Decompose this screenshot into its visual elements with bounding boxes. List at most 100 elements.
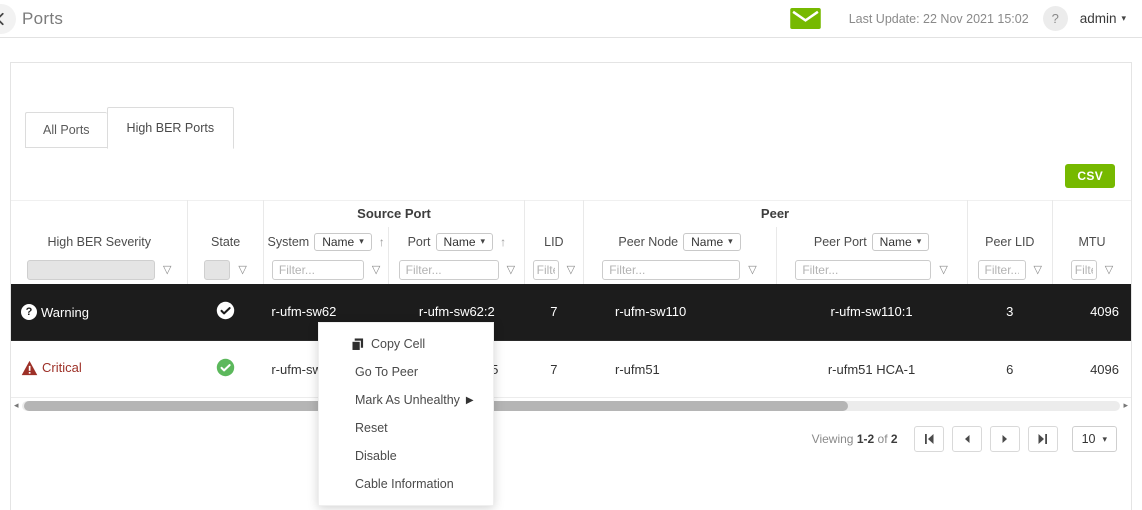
filter-funnel-icon[interactable]: ▽: [748, 265, 756, 276]
top-bar: Ports Last Update: 22 Nov 2021 15:02 ? a…: [0, 0, 1142, 38]
previous-page-button[interactable]: [952, 426, 982, 452]
first-page-icon: [923, 433, 935, 445]
tab-all-ports[interactable]: All Ports: [25, 112, 107, 148]
severity-filter-select[interactable]: [27, 260, 155, 280]
chevron-down-icon: ▾: [1102, 434, 1107, 445]
state-filter-select[interactable]: [204, 260, 230, 280]
peer-port-name-select[interactable]: Name▾: [872, 233, 930, 251]
next-page-button[interactable]: [990, 426, 1020, 452]
critical-severity-icon: [21, 360, 38, 376]
user-name: admin: [1080, 11, 1117, 26]
horizontal-scrollbar: ◂ ▸: [11, 399, 1131, 412]
system-filter-input[interactable]: [272, 260, 364, 280]
filter-funnel-icon[interactable]: ▽: [1105, 265, 1113, 276]
scroll-left-icon[interactable]: ◂: [14, 401, 19, 410]
col-header-state: State: [188, 227, 263, 257]
chevron-down-icon: ▾: [359, 236, 364, 247]
mtu-cell: 4096: [1053, 341, 1131, 398]
menu-item-disable[interactable]: Disable: [319, 442, 493, 470]
filter-funnel-icon[interactable]: ▽: [372, 265, 380, 276]
peer-lid-cell: 3: [967, 284, 1052, 341]
scrollbar-track[interactable]: [22, 401, 1121, 411]
viewing-range: 1-2: [857, 432, 874, 446]
chevron-down-icon: ▾: [481, 236, 486, 247]
filter-funnel-icon[interactable]: ▽: [163, 265, 171, 276]
col-header-lid: LID: [525, 227, 583, 257]
col-header-mtu: MTU: [1053, 227, 1131, 257]
filter-funnel-icon[interactable]: ▽: [567, 265, 575, 276]
user-menu[interactable]: admin ▾: [1080, 11, 1126, 26]
mtu-filter-input[interactable]: [1071, 260, 1097, 280]
last-page-button[interactable]: [1028, 426, 1058, 452]
peer-node-cell: r-ufm51: [583, 341, 776, 398]
filter-funnel-icon[interactable]: ▽: [238, 265, 246, 276]
page-size-select[interactable]: 10 ▾: [1072, 426, 1117, 452]
last-page-icon: [1037, 433, 1049, 445]
port-name-select[interactable]: Name▾: [436, 233, 494, 251]
context-menu: Copy Cell Go To Peer Mark As Unhealthy ▶…: [318, 322, 494, 506]
submenu-arrow-icon: ▶: [466, 395, 474, 406]
menu-item-reset[interactable]: Reset: [319, 414, 493, 442]
chevron-down-icon: ▾: [728, 236, 733, 247]
viewing-total: 2: [891, 432, 898, 446]
group-header-source-port: Source Port: [263, 201, 524, 227]
system-name-select[interactable]: Name▾: [314, 233, 372, 251]
col-header-peer-node: Peer NodeName▾: [583, 227, 776, 257]
menu-item-copy-cell[interactable]: Copy Cell: [319, 330, 493, 358]
col-header-severity: High BER Severity: [11, 227, 188, 257]
mtu-cell: 4096: [1053, 284, 1131, 341]
column-header-row: High BER Severity State SystemName▾↑ Por…: [11, 227, 1131, 257]
peer-node-cell: r-ufm-sw110: [583, 284, 776, 341]
severity-label: Critical: [42, 360, 82, 375]
back-button[interactable]: [0, 4, 16, 34]
chevron-down-icon: ▾: [1121, 13, 1126, 24]
first-page-button[interactable]: [914, 426, 944, 452]
back-chevron-icon: [0, 12, 8, 26]
help-icon: ?: [1052, 11, 1059, 26]
page-title: Ports: [22, 9, 63, 29]
sort-asc-icon[interactable]: ↑: [500, 235, 506, 249]
help-button[interactable]: ?: [1043, 6, 1068, 31]
peer-lid-filter-input[interactable]: [978, 260, 1026, 280]
tab-bar: All Ports High BER Ports: [25, 107, 1131, 148]
port-filter-input[interactable]: [399, 260, 499, 280]
menu-item-go-to-peer[interactable]: Go To Peer: [319, 358, 493, 386]
csv-export-button[interactable]: CSV: [1065, 164, 1115, 188]
mail-icon[interactable]: [790, 8, 821, 29]
copy-icon: [351, 338, 364, 351]
table-row[interactable]: ? Warning r-ufm-sw62 r-ufm-sw62:2 7 r-uf…: [11, 284, 1131, 341]
col-header-port: PortName▾↑: [389, 227, 525, 257]
filter-funnel-icon[interactable]: ▽: [1034, 265, 1042, 276]
peer-node-name-select[interactable]: Name▾: [683, 233, 741, 251]
group-header-peer: Peer: [583, 201, 967, 227]
peer-port-cell: r-ufm-sw110:1: [776, 284, 967, 341]
peer-port-filter-input[interactable]: [795, 260, 931, 280]
col-header-peer-lid: Peer LID: [967, 227, 1052, 257]
warning-severity-icon: ?: [21, 304, 37, 320]
filter-funnel-icon[interactable]: ▽: [507, 265, 515, 276]
severity-label: Warning: [41, 305, 89, 320]
filter-funnel-icon[interactable]: ▽: [939, 265, 947, 276]
menu-item-mark-as-unhealthy[interactable]: Mark As Unhealthy ▶: [319, 386, 493, 414]
last-update-text: Last Update: 22 Nov 2021 15:02: [849, 12, 1029, 26]
state-ok-icon: [216, 301, 235, 320]
sort-asc-icon[interactable]: ↑: [379, 235, 385, 249]
peer-port-cell: r-ufm51 HCA-1: [776, 341, 967, 398]
group-header-row: Source Port Peer: [11, 201, 1131, 227]
peer-node-filter-input[interactable]: [602, 260, 740, 280]
high-ber-ports-table: Source Port Peer High BER Severity State…: [11, 200, 1131, 398]
chevron-down-icon: ▾: [917, 236, 922, 247]
state-ok-icon: [216, 358, 235, 377]
lid-filter-input[interactable]: [533, 260, 559, 280]
menu-item-cable-information[interactable]: Cable Information: [319, 470, 493, 498]
previous-page-icon: [961, 433, 973, 445]
filter-row: ▽ ▽ ▽ ▽ ▽ ▽ ▽ ▽ ▽: [11, 257, 1131, 284]
viewing-summary: Viewing 1-2 of 2: [812, 432, 898, 446]
col-header-system: SystemName▾↑: [263, 227, 389, 257]
scroll-right-icon[interactable]: ▸: [1123, 401, 1128, 410]
peer-lid-cell: 6: [967, 341, 1052, 398]
tab-high-ber-ports[interactable]: High BER Ports: [107, 107, 235, 149]
table-row[interactable]: Critical r-ufm-sw62 r-ufm-sw62:35 7 r-uf…: [11, 341, 1131, 398]
col-header-peer-port: Peer PortName▾: [776, 227, 967, 257]
lid-cell: 7: [525, 341, 583, 398]
